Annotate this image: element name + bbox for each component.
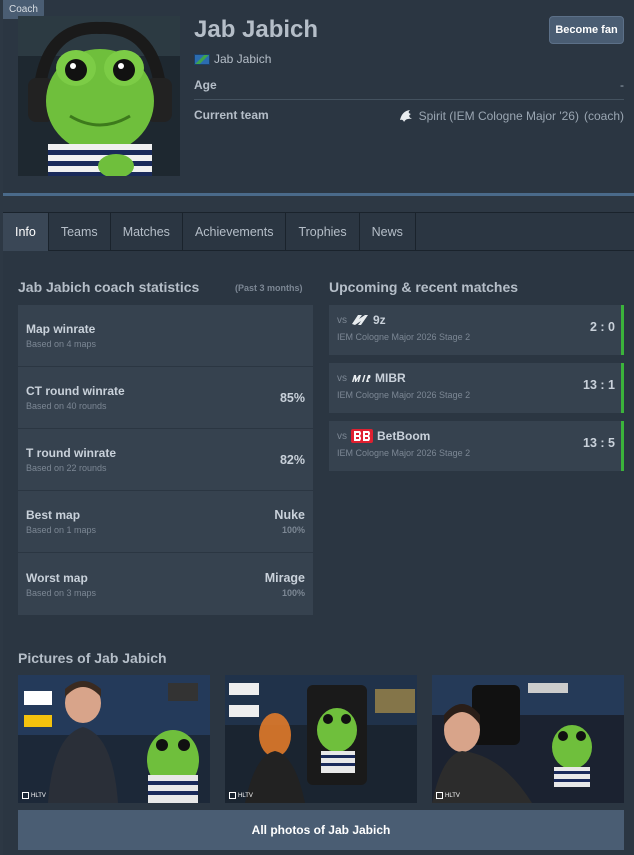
tab-teams[interactable]: Teams [49, 213, 111, 251]
hltv-logo-icon [229, 792, 236, 799]
opponent-name: MIBR [375, 371, 406, 385]
photo-thumbnail[interactable]: HLTV [432, 675, 624, 803]
hltv-logo-icon [436, 792, 443, 799]
betboom-logo-icon [351, 429, 373, 443]
age-label: Age [194, 78, 217, 92]
stats-period: (Past 3 months) [235, 283, 303, 293]
tab-trophies[interactable]: Trophies [286, 213, 360, 251]
avatar [18, 16, 180, 176]
watermark-text: HLTV [31, 792, 46, 799]
current-team-role: (coach) [583, 109, 624, 123]
stats-title: Jab Jabich coach statistics [18, 279, 200, 295]
spirit-logo-icon [399, 110, 412, 122]
match-event: IEM Cologne Major 2026 Stage 2 [337, 390, 471, 400]
hltv-watermark: HLTV [22, 792, 46, 799]
match-card[interactable]: vs 9z IEM Cologne Major 2026 Stage 2 2 :… [329, 305, 624, 355]
stat-row: Best map Based on 1 maps Nuke 100% [18, 491, 313, 553]
match-score: 2 : 0 [589, 320, 615, 334]
stat-name: T round winrate [26, 446, 116, 460]
current-team-row: Current team Spirit (IEM Cologne Major '… [194, 108, 624, 124]
all-photos-button[interactable]: All photos of Jab Jabich [18, 810, 624, 850]
stat-value: 85% [279, 390, 305, 405]
current-team-link[interactable]: Spirit (IEM Cologne Major '26) (coach) [398, 108, 624, 124]
stat-row: Map winrate Based on 4 maps [18, 305, 313, 367]
vs-label: vs [337, 372, 347, 384]
photo-thumbnail[interactable]: HLTV [225, 675, 417, 803]
stat-value[interactable]: Nuke [274, 508, 305, 522]
stat-row: Worst map Based on 3 maps Mirage 100% [18, 553, 313, 615]
match-event: IEM Cologne Major 2026 Stage 2 [337, 332, 471, 342]
9z-logo-icon [352, 315, 368, 325]
player-name: Jab Jabich [194, 16, 319, 43]
tab-info[interactable]: Info [3, 213, 49, 251]
watermark-text: HLTV [238, 792, 253, 799]
tab-achievements[interactable]: Achievements [183, 213, 287, 251]
stat-pct: 100% [281, 525, 305, 535]
profile-header: Coach Jab Jabich Jab Jabich Age - Curren… [3, 0, 634, 196]
photo-image [18, 675, 210, 803]
pictures-title: Pictures of Jab Jabich [18, 650, 167, 666]
match-score: 13 : 5 [583, 436, 615, 450]
profile-tabs: Info Teams Matches Achievements Trophies… [3, 213, 634, 251]
tab-matches[interactable]: Matches [111, 213, 183, 251]
stats-panel: Map winrate Based on 4 maps CT round win… [18, 305, 313, 615]
main-content: Info Teams Matches Achievements Trophies… [3, 212, 634, 855]
stat-name: Best map [26, 508, 81, 522]
stat-value: 82% [279, 452, 305, 467]
photo-thumbnail[interactable]: HLTV [18, 675, 210, 803]
match-card[interactable]: vs BetBoom IEM Cologne Major 2026 Stage … [329, 421, 624, 471]
current-team-name: Spirit (IEM Cologne Major '26) [418, 109, 579, 123]
stat-pct: 100% [281, 587, 305, 598]
hltv-watermark: HLTV [229, 792, 253, 799]
stat-row: T round winrate Based on 22 rounds 82% [18, 429, 313, 491]
stat-sub: Based on 1 maps [26, 525, 97, 535]
match-score: 13 : 1 [583, 378, 615, 392]
become-fan-button[interactable]: Become fan [549, 16, 624, 44]
stat-row: CT round winrate Based on 40 rounds 85% [18, 367, 313, 429]
watermark-text: HLTV [445, 792, 460, 799]
opponent-name: 9z [373, 313, 386, 327]
age-value: - [620, 78, 624, 92]
match-card[interactable]: vs MIBR IEM Cologne Major 2026 Stage 2 1… [329, 363, 624, 413]
age-row: Age - [194, 78, 624, 100]
hltv-watermark: HLTV [436, 792, 460, 799]
stat-name: Map winrate [26, 322, 96, 336]
stat-value[interactable]: Mirage [265, 571, 305, 585]
current-team-label: Current team [194, 108, 269, 122]
stat-sub: Based on 22 rounds [26, 463, 107, 473]
matches-title: Upcoming & recent matches [329, 279, 519, 295]
stat-sub: Based on 40 rounds [26, 401, 107, 411]
photo-image [432, 675, 624, 803]
flag-icon [194, 53, 210, 65]
photo-image [225, 675, 417, 803]
nickname: Jab Jabich [214, 52, 272, 66]
frog-plush-image [18, 16, 180, 176]
stat-name: CT round winrate [26, 384, 125, 398]
vs-label: vs [337, 314, 347, 326]
stat-sub: Based on 4 maps [26, 339, 97, 349]
match-event: IEM Cologne Major 2026 Stage 2 [337, 448, 471, 458]
stat-sub: Based on 3 maps [26, 587, 97, 598]
mibr-logo-icon [352, 375, 371, 382]
hltv-logo-icon [22, 792, 29, 799]
stat-name: Worst map [26, 570, 88, 585]
nickname-row: Jab Jabich [194, 52, 271, 66]
tab-news[interactable]: News [360, 213, 416, 251]
opponent-name: BetBoom [377, 429, 431, 443]
vs-label: vs [337, 430, 347, 442]
